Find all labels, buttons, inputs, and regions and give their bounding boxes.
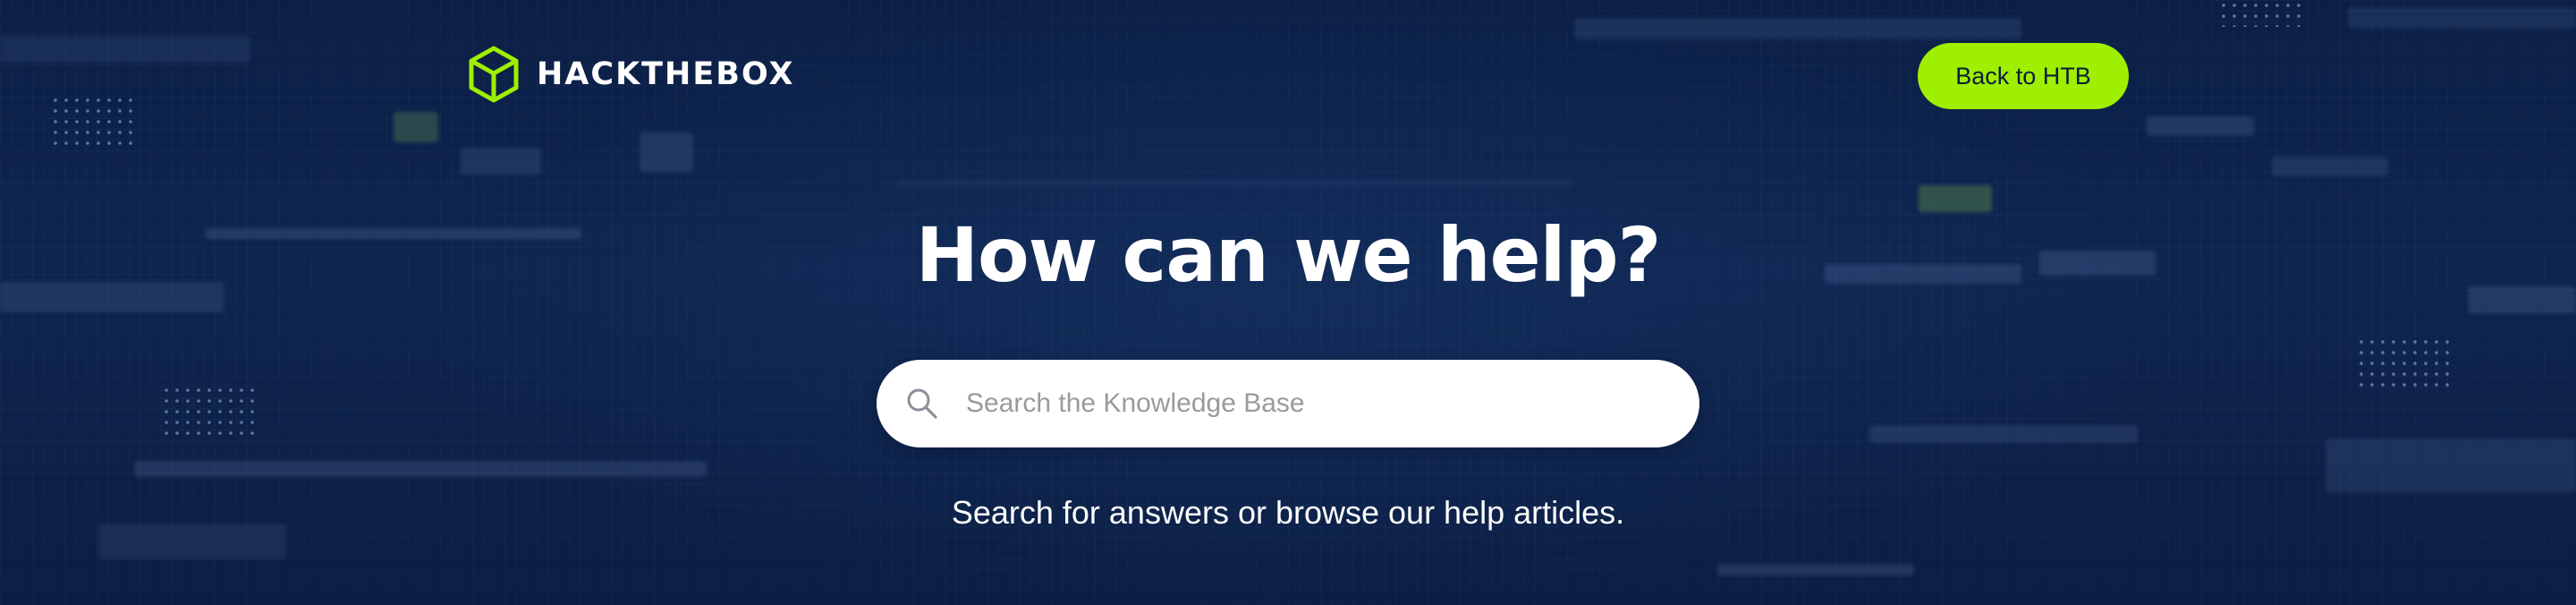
search-input[interactable] bbox=[966, 377, 1664, 430]
dot-pattern bbox=[50, 95, 140, 145]
background-block-green bbox=[1919, 185, 1992, 212]
background-streak bbox=[2326, 439, 2576, 492]
background-streak bbox=[1574, 18, 2021, 39]
background-streak bbox=[1717, 564, 1914, 576]
search-bar[interactable] bbox=[877, 360, 1699, 447]
back-to-htb-button[interactable]: Back to HTB bbox=[1918, 43, 2129, 109]
search-icon bbox=[907, 388, 937, 419]
background-streak bbox=[2348, 7, 2576, 29]
background-streak bbox=[2147, 116, 2254, 136]
logo-text: HACKTHEBOX bbox=[537, 56, 795, 92]
dot-pattern bbox=[2356, 337, 2449, 387]
background-streak bbox=[640, 132, 693, 172]
background-streak bbox=[894, 179, 1574, 188]
background-block-green bbox=[394, 112, 438, 142]
background-streak bbox=[1869, 425, 2138, 443]
dot-pattern bbox=[161, 385, 256, 435]
background-streak bbox=[134, 461, 707, 477]
cube-icon bbox=[469, 46, 519, 103]
background-streak bbox=[461, 148, 541, 175]
background-streak bbox=[0, 36, 250, 63]
hero-banner: HACKTHEBOX Back to HTB How can we help? … bbox=[0, 0, 2576, 605]
background-streak bbox=[2272, 157, 2388, 176]
hackthebox-logo[interactable]: HACKTHEBOX bbox=[467, 45, 794, 104]
page-subtitle: Search for answers or browse our help ar… bbox=[951, 494, 1625, 531]
dot-pattern bbox=[2218, 0, 2308, 27]
page-title: How can we help? bbox=[915, 211, 1662, 299]
